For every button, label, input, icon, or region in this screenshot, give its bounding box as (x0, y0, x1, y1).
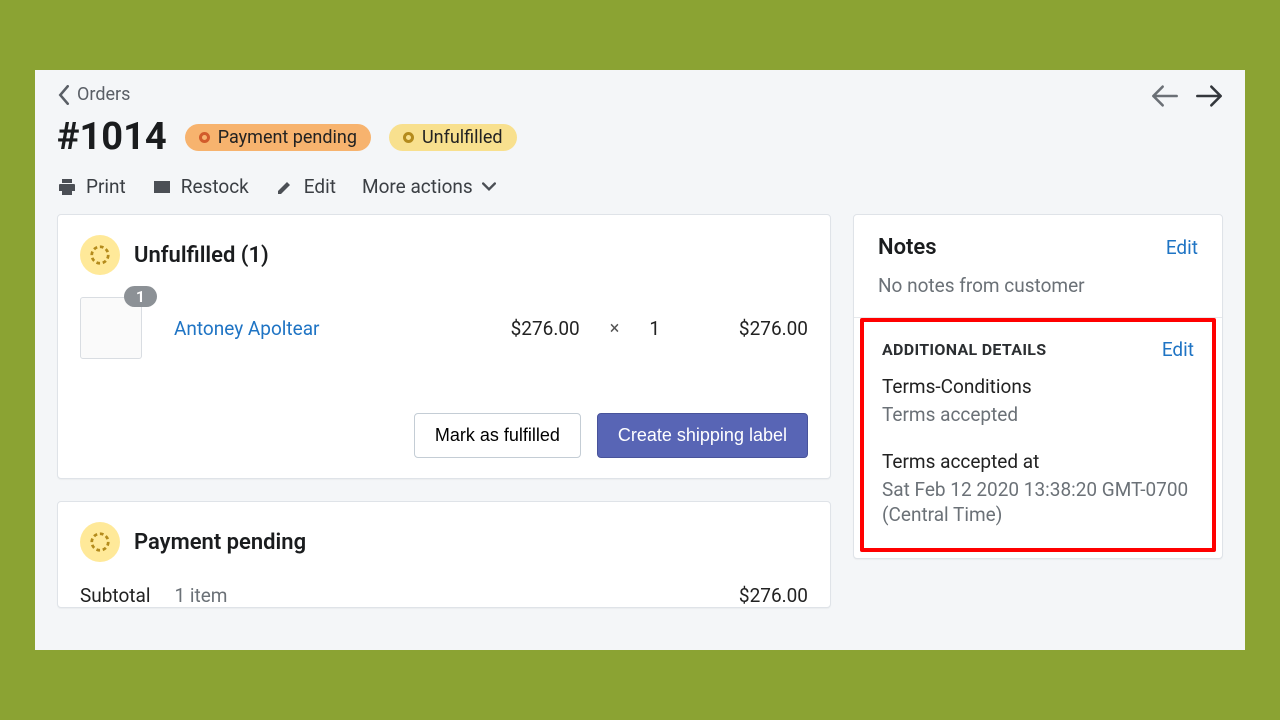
notes-title: Notes (878, 235, 937, 260)
terms-conditions-block: Terms-Conditions Terms accepted (882, 375, 1194, 428)
dot-icon (403, 132, 414, 143)
order-toolbar: Print Restock Edit More actions (57, 175, 1223, 214)
additional-details-title: ADDITIONAL DETAILS (882, 340, 1046, 359)
payment-badge-label: Payment pending (218, 127, 357, 148)
notes-body: No notes from customer (878, 274, 1198, 297)
unit-price: $276.00 (511, 317, 580, 340)
more-actions-button[interactable]: More actions (362, 175, 496, 198)
fulfillment-status-badge: Unfulfilled (389, 124, 517, 151)
additional-details-edit-link[interactable]: Edit (1162, 338, 1194, 361)
payment-status-badge: Payment pending (185, 124, 371, 151)
print-icon (57, 177, 77, 197)
order-page: Orders #1014 Payment pending Unfulfilled… (35, 70, 1245, 650)
unfulfilled-ring-icon (80, 235, 120, 275)
additional-details-section: ADDITIONAL DETAILS Edit Terms-Conditions… (864, 322, 1212, 548)
terms-value: Terms accepted (882, 402, 1194, 428)
side-card: Notes Edit No notes from customer ADDITI… (853, 214, 1223, 559)
breadcrumb-back[interactable]: Orders (57, 84, 1223, 105)
fulfillment-actions: Mark as fulfilled Create shipping label (80, 391, 808, 458)
more-actions-label: More actions (362, 175, 473, 198)
quantity: 1 (649, 317, 660, 340)
fulfillment-card: Unfulfilled (1) 1 Antoney Apoltear $276.… (57, 214, 831, 479)
fulfillment-badge-label: Unfulfilled (422, 127, 503, 148)
order-nav-arrows (1151, 84, 1223, 108)
title-row: #1014 Payment pending Unfulfilled (57, 115, 1223, 159)
subtotal-desc: 1 item (174, 584, 227, 607)
payment-card: Payment pending Subtotal 1 item $276.00 (57, 501, 831, 608)
times-symbol: × (610, 318, 620, 339)
page-header: Orders #1014 Payment pending Unfulfilled… (35, 70, 1245, 214)
qty-badge: 1 (124, 286, 157, 307)
line-item: 1 Antoney Apoltear $276.00 × 1 $276.00 (80, 297, 808, 359)
mark-fulfilled-button[interactable]: Mark as fulfilled (414, 413, 581, 458)
payment-heading: Payment pending (134, 530, 306, 555)
restock-label: Restock (181, 175, 249, 198)
notes-edit-link[interactable]: Edit (1166, 236, 1198, 259)
fulfillment-card-header: Unfulfilled (1) (80, 235, 808, 275)
pencil-icon (275, 177, 295, 197)
restock-button[interactable]: Restock (152, 175, 249, 198)
caret-down-icon (482, 182, 496, 192)
accepted-label: Terms accepted at (882, 450, 1194, 473)
accepted-value: Sat Feb 12 2020 13:38:20 GMT-0700 (Centr… (882, 477, 1194, 528)
side-column: Notes Edit No notes from customer ADDITI… (853, 214, 1223, 608)
subtotal-row: Subtotal 1 item $276.00 (80, 584, 808, 607)
next-order-arrow[interactable] (1195, 84, 1223, 108)
dot-icon (199, 132, 210, 143)
notes-section: Notes Edit No notes from customer (854, 215, 1222, 317)
content-columns: Unfulfilled (1) 1 Antoney Apoltear $276.… (35, 214, 1245, 608)
chevron-left-icon (57, 85, 71, 105)
payment-ring-icon (80, 522, 120, 562)
subtotal-label: Subtotal (80, 584, 150, 607)
terms-accepted-block: Terms accepted at Sat Feb 12 2020 13:38:… (882, 450, 1194, 528)
subtotal-amount: $276.00 (739, 584, 808, 607)
edit-button[interactable]: Edit (275, 175, 336, 198)
payment-card-header: Payment pending (80, 522, 808, 562)
prev-order-arrow[interactable] (1151, 84, 1179, 108)
product-name-link[interactable]: Antoney Apoltear (174, 317, 493, 340)
create-shipping-label-button[interactable]: Create shipping label (597, 413, 808, 458)
breadcrumb-label: Orders (77, 84, 130, 105)
additional-details-highlight: ADDITIONAL DETAILS Edit Terms-Conditions… (860, 318, 1216, 552)
terms-label: Terms-Conditions (882, 375, 1194, 398)
line-total: $276.00 (718, 317, 808, 340)
main-column: Unfulfilled (1) 1 Antoney Apoltear $276.… (57, 214, 831, 608)
restock-icon (152, 177, 172, 197)
print-button[interactable]: Print (57, 175, 126, 198)
order-title: #1014 (57, 115, 167, 159)
fulfillment-heading: Unfulfilled (1) (134, 243, 269, 268)
print-label: Print (86, 175, 126, 198)
edit-label: Edit (304, 175, 336, 198)
product-thumbnail[interactable]: 1 (80, 297, 142, 359)
